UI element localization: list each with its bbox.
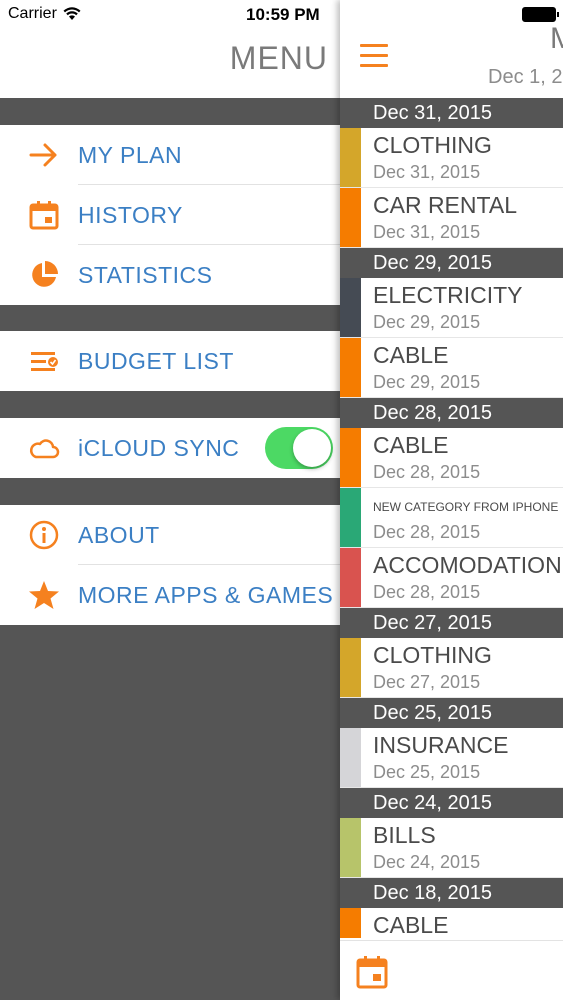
- page-title: M: [550, 22, 563, 55]
- carrier-label: Carrier: [8, 5, 57, 22]
- date-section-header: Dec 29, 2015: [340, 248, 563, 278]
- menu-item-label: MY PLAN: [78, 141, 183, 168]
- main-panel: M Dec 1, 2 Dec 31, 2015 CLOTHING Dec 31, 2…: [340, 0, 563, 1000]
- category-color-bar: [340, 548, 361, 607]
- category-color-bar: [340, 488, 361, 547]
- menu-item-label: MORE APPS & GAMES: [78, 581, 334, 608]
- list-item[interactable]: BILLS Dec 24, 2015: [340, 818, 563, 878]
- entry-category: CAR RENTAL: [373, 192, 517, 218]
- category-color-bar: [340, 338, 361, 397]
- entry-category: BILLS: [373, 822, 436, 848]
- side-menu: MENU MY PLAN HISTORY STATISTICS BUDGET L…: [0, 0, 340, 1000]
- entry-date: Dec 31, 2015: [373, 162, 481, 182]
- list-item[interactable]: INSURANCE Dec 25, 2015: [340, 728, 563, 788]
- menu-item-label: STATISTICS: [78, 261, 213, 288]
- category-color-bar: [340, 818, 361, 877]
- list-item[interactable]: CAR RENTAL Dec 31, 2015: [340, 188, 563, 248]
- menu-group-main: MY PLAN HISTORY STATISTICS: [0, 125, 340, 305]
- tab-bar: [340, 940, 563, 1000]
- menu-item-budget-list[interactable]: BUDGET LIST: [0, 331, 340, 391]
- menu-group-budget: BUDGET LIST: [0, 331, 340, 391]
- category-color-bar: [340, 128, 361, 187]
- list-item[interactable]: ELECTRICITY Dec 29, 2015: [340, 278, 563, 338]
- list-item[interactable]: CABLE Dec 28, 2015: [340, 428, 563, 488]
- date-section-header: Dec 18, 2015: [340, 878, 563, 908]
- menu-item-label: ABOUT: [78, 521, 160, 548]
- wifi-icon: [63, 7, 81, 20]
- pie-chart-icon: [28, 259, 60, 291]
- menu-title: MENU: [229, 40, 328, 76]
- menu-item-label: BUDGET LIST: [78, 347, 234, 374]
- entry-date: Dec 31, 2015: [373, 222, 481, 242]
- entry-category: ELECTRICITY: [373, 282, 523, 308]
- list-check-icon: [28, 345, 60, 377]
- entry-category: NEW CATEGORY FROM IPHONE: [373, 500, 559, 514]
- calendar-icon: [28, 199, 60, 231]
- category-color-bar: [340, 278, 361, 337]
- menu-item-label: HISTORY: [78, 201, 183, 228]
- star-icon: [28, 579, 60, 611]
- entry-date: Dec 29, 2015: [373, 372, 481, 392]
- info-icon: [28, 519, 60, 551]
- entry-category: ACCOMODATION: [373, 552, 562, 578]
- menu-item-statistics[interactable]: STATISTICS: [0, 245, 340, 305]
- category-color-bar: [340, 728, 361, 787]
- entry-date: Dec 28, 2015: [373, 582, 481, 602]
- date-section-header: Dec 28, 2015: [340, 398, 563, 428]
- menu-item-about[interactable]: ABOUT: [0, 505, 340, 565]
- category-color-bar: [340, 428, 361, 487]
- list-item[interactable]: CLOTHING Dec 27, 2015: [340, 638, 563, 698]
- date-section-header: Dec 31, 2015: [340, 98, 563, 128]
- list-item[interactable]: NEW CATEGORY FROM IPHONE Dec 28, 2015: [340, 488, 563, 548]
- menu-group-info: ABOUT MORE APPS & GAMES: [0, 505, 340, 625]
- entry-date: Dec 28, 2015: [373, 462, 481, 482]
- entry-date: Dec 29, 2015: [373, 312, 481, 332]
- list-item[interactable]: CLOTHING Dec 31, 2015: [340, 128, 563, 188]
- entry-date: Dec 25, 2015: [373, 762, 481, 782]
- entry-category: CABLE: [373, 432, 449, 458]
- menu-item-my-plan[interactable]: MY PLAN: [0, 125, 340, 185]
- page-subtitle: Dec 1, 2: [488, 66, 563, 88]
- entry-date: Dec 27, 2015: [373, 672, 481, 692]
- list-item[interactable]: CABLE Dec 29, 2015: [340, 338, 563, 398]
- entry-category: CABLE: [373, 342, 449, 368]
- category-color-bar: [340, 188, 361, 247]
- battery-icon: [522, 7, 559, 22]
- menu-item-label: iCLOUD SYNC: [78, 434, 240, 461]
- entry-category: CLOTHING: [373, 132, 492, 158]
- entry-category: CABLE: [373, 912, 449, 938]
- entry-category: INSURANCE: [373, 732, 509, 758]
- cloud-icon: [28, 432, 60, 464]
- calendar-icon[interactable]: [356, 955, 388, 989]
- arrow-right-icon: [28, 139, 60, 171]
- icloud-sync-toggle[interactable]: [265, 427, 333, 469]
- entry-category: CLOTHING: [373, 642, 492, 668]
- list-item[interactable]: CABLE: [340, 908, 563, 938]
- transaction-list[interactable]: Dec 31, 2015 CLOTHING Dec 31, 2015 CAR RENT…: [340, 98, 563, 938]
- entry-date: Dec 28, 2015: [373, 522, 481, 542]
- list-item[interactable]: ACCOMODATION Dec 28, 2015: [340, 548, 563, 608]
- date-section-header: Dec 25, 2015: [340, 698, 563, 728]
- category-color-bar: [340, 908, 361, 938]
- status-time: 10:59 PM: [246, 5, 320, 24]
- status-bar-carrier: Carrier: [8, 5, 81, 23]
- category-color-bar: [340, 638, 361, 697]
- menu-item-history[interactable]: HISTORY: [0, 185, 340, 245]
- date-section-header: Dec 24, 2015: [340, 788, 563, 818]
- hamburger-menu-icon[interactable]: [360, 44, 388, 72]
- menu-item-more-apps[interactable]: MORE APPS & GAMES: [0, 565, 340, 625]
- entry-date: Dec 24, 2015: [373, 852, 481, 872]
- date-section-header: Dec 27, 2015: [340, 608, 563, 638]
